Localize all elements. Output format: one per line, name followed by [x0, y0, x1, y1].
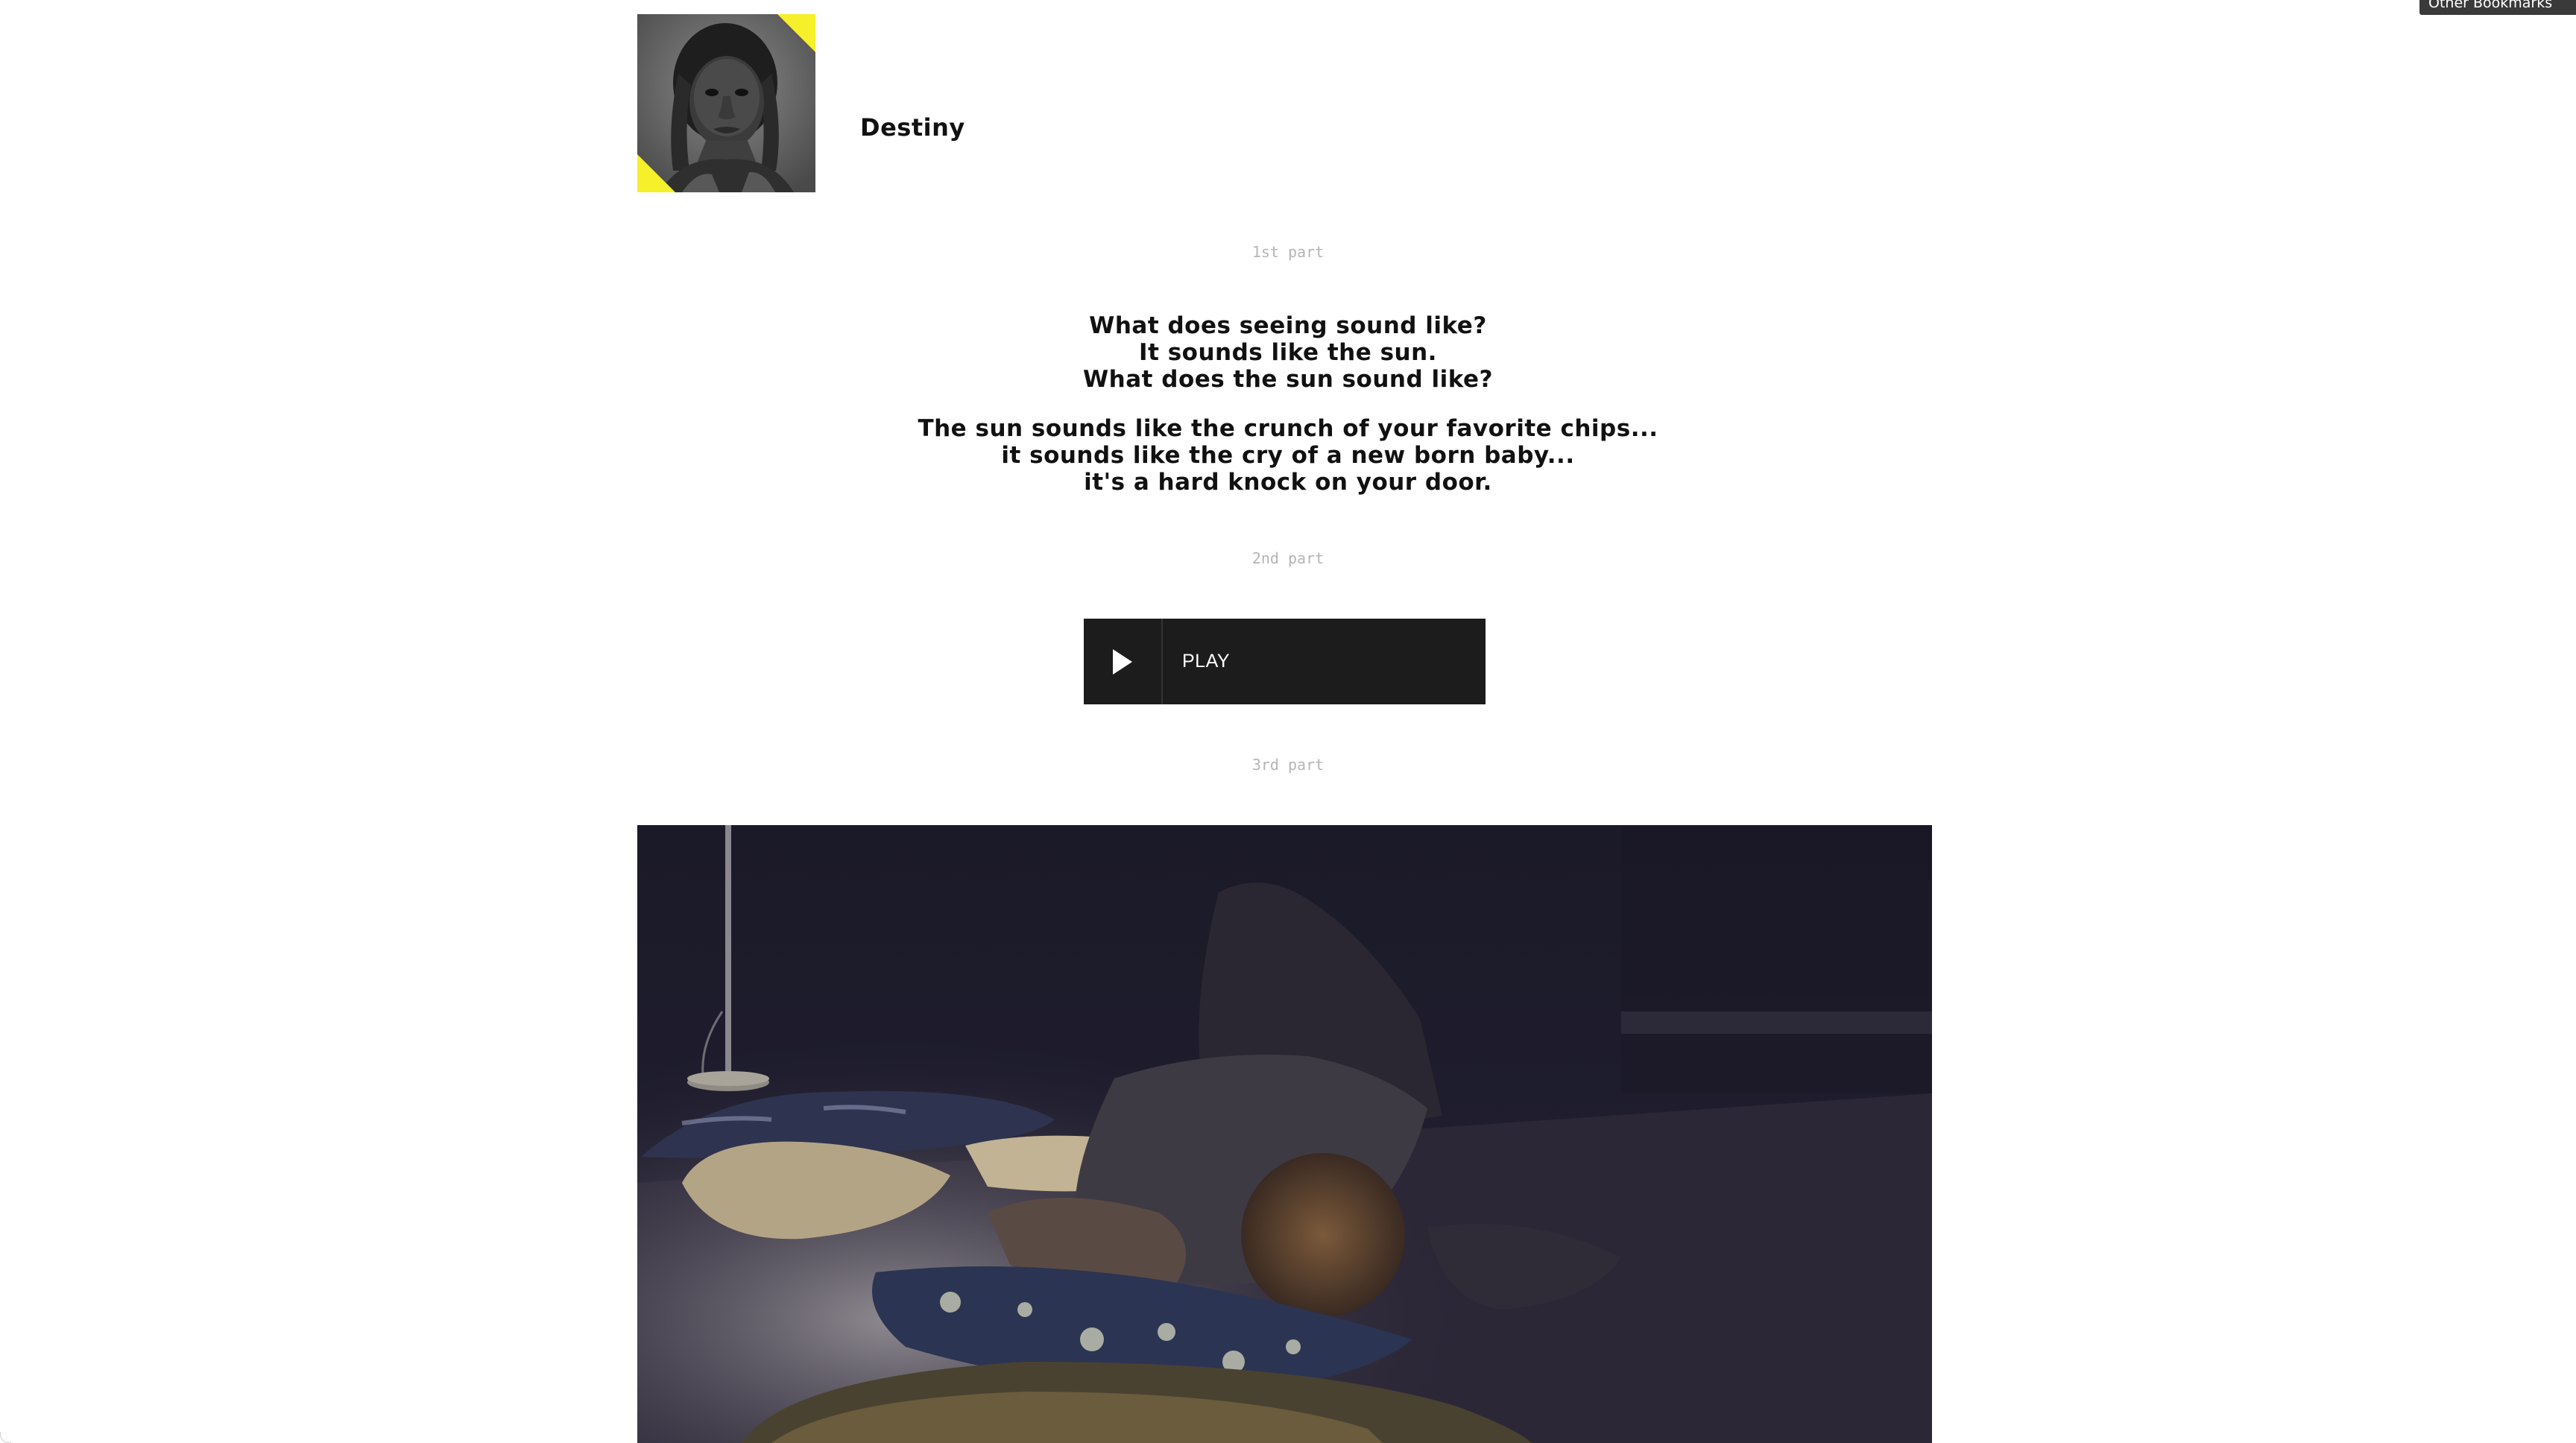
avatar — [637, 14, 815, 192]
poem-text: What does seeing sound like? It sounds l… — [0, 312, 2576, 496]
poem-line: What does seeing sound like? — [1089, 312, 1487, 339]
part-3-label: 3rd part — [1251, 756, 1325, 774]
poem-stanza-1: What does seeing sound like? It sounds l… — [0, 312, 2576, 393]
poem-line: The sun sounds like the crunch of your f… — [918, 415, 1658, 442]
window-corner — [0, 1432, 11, 1443]
video-player[interactable] — [637, 825, 1932, 1443]
page: Other Bookmarks Destiny 1st part What do… — [0, 0, 2576, 1443]
video-still — [637, 825, 1932, 1443]
part-2-label: 2nd part — [1251, 549, 1325, 567]
poem-line: it's a hard knock on your door. — [1084, 469, 1492, 496]
play-label[interactable]: PLAY — [1163, 619, 1230, 704]
poem-line: What does the sun sound like? — [1082, 366, 1494, 393]
other-bookmarks-tab[interactable]: Other Bookmarks — [2419, 0, 2576, 15]
portrait-image — [637, 14, 815, 192]
poem-line: It sounds like the sun. — [1139, 339, 1437, 366]
play-button[interactable] — [1084, 619, 1163, 704]
audio-player[interactable]: PLAY — [1084, 619, 1486, 704]
poem-line: it sounds like the cry of a new born bab… — [1001, 442, 1575, 469]
part-1-label: 1st part — [1251, 243, 1325, 261]
profile-name: Destiny — [860, 113, 965, 142]
poem-stanza-2: The sun sounds like the crunch of your f… — [0, 415, 2576, 496]
play-icon — [1113, 648, 1132, 675]
